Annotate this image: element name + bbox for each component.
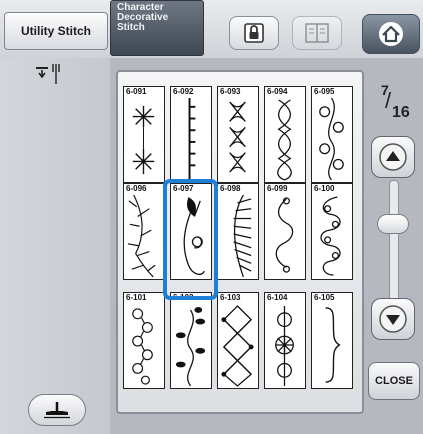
- branch-pattern-icon: [127, 194, 156, 278]
- stitch-code-label: 6-101: [126, 293, 147, 302]
- arrow-down-icon: [379, 305, 407, 333]
- stitch-card-6-103[interactable]: 6-103: [217, 292, 259, 389]
- stitch-code-label: 6-098: [220, 184, 241, 193]
- stitch-code-label: 6-103: [220, 293, 241, 302]
- fern-pattern-icon: [233, 194, 252, 278]
- diamond-knot-pattern-icon: [221, 305, 254, 387]
- book-icon: [305, 23, 329, 43]
- stitch-card-6-096[interactable]: 6-096: [123, 183, 165, 280]
- home-icon: [379, 22, 403, 46]
- tab-character-decorative-stitch[interactable]: Character Decorative Stitch: [110, 0, 204, 56]
- stitch-card-6-098[interactable]: 6-098: [217, 183, 259, 280]
- needle-position-icon: [36, 64, 60, 84]
- stitch-code-label: 6-105: [314, 293, 335, 302]
- page-divider: /: [385, 88, 392, 113]
- stitch-card-6-092[interactable]: 6-092: [170, 86, 212, 183]
- spiral-chain-pattern-icon: [132, 308, 153, 385]
- stitch-code-label: 6-096: [126, 184, 147, 193]
- cross-chain-pattern-icon: [229, 101, 246, 173]
- scroll-up-button[interactable]: [371, 136, 415, 178]
- stitch-code-label: 6-099: [267, 184, 288, 193]
- stitch-code-label: 6-092: [173, 87, 194, 96]
- stitch-code-label: 6-094: [267, 87, 288, 96]
- dotted-line-pattern-icon: [188, 98, 196, 180]
- stitch-code-label: 6-104: [267, 293, 288, 302]
- stitch-code-label: 6-095: [314, 87, 335, 96]
- braid-pattern-icon: [277, 99, 292, 181]
- leaf-vine-pattern-icon: [175, 306, 206, 387]
- lock-icon: [244, 23, 264, 43]
- tab-utility-stitch-label: Utility Stitch: [20, 24, 91, 38]
- selected-stitch-highlight: [163, 179, 218, 300]
- loop-knot-pattern-icon: [275, 306, 294, 386]
- stitch-card-6-095[interactable]: 6-095: [311, 86, 353, 183]
- stitch-card-6-102[interactable]: 6-102: [170, 292, 212, 389]
- presser-foot-button[interactable]: [28, 394, 86, 426]
- scroll-pattern-icon: [320, 196, 341, 276]
- stitch-code-label: 6-093: [220, 87, 241, 96]
- close-button-label: CLOSE: [375, 375, 413, 387]
- stitch-card-6-101[interactable]: 6-101: [123, 292, 165, 389]
- stitch-card-6-094[interactable]: 6-094: [264, 86, 306, 183]
- stitch-card-6-105[interactable]: 6-105: [311, 292, 353, 389]
- brace-pattern-icon: [325, 307, 341, 383]
- stitch-card-6-093[interactable]: 6-093: [217, 86, 259, 183]
- stitch-card-6-104[interactable]: 6-104: [264, 292, 306, 389]
- stitch-code-label: 6-100: [314, 184, 335, 193]
- lock-button[interactable]: [229, 16, 279, 50]
- clover-vine-pattern-icon: [319, 97, 344, 181]
- book-button[interactable]: [292, 16, 342, 50]
- left-column: [0, 58, 110, 434]
- stitch-card-6-091[interactable]: 6-091: [123, 86, 165, 183]
- stitch-card-6-099[interactable]: 6-099: [264, 183, 306, 280]
- stitch-code-label: 6-091: [126, 87, 147, 96]
- arrow-up-icon: [379, 143, 407, 171]
- tab-utility-stitch[interactable]: Utility Stitch: [4, 12, 108, 50]
- scrollbar-track[interactable]: [389, 180, 399, 302]
- home-button[interactable]: [362, 14, 420, 54]
- scrollbar-thumb[interactable]: [377, 214, 409, 234]
- scroll-down-button[interactable]: [371, 298, 415, 340]
- stitch-card-6-100[interactable]: 6-100: [311, 183, 353, 280]
- presser-foot-icon: [44, 402, 70, 419]
- page-total: 16: [392, 104, 410, 121]
- snowflake-pattern-icon: [132, 105, 155, 175]
- close-button[interactable]: CLOSE: [368, 362, 420, 400]
- tab-character-line-3: Stitch: [117, 22, 145, 33]
- zigzag-curl-pattern-icon: [275, 197, 294, 273]
